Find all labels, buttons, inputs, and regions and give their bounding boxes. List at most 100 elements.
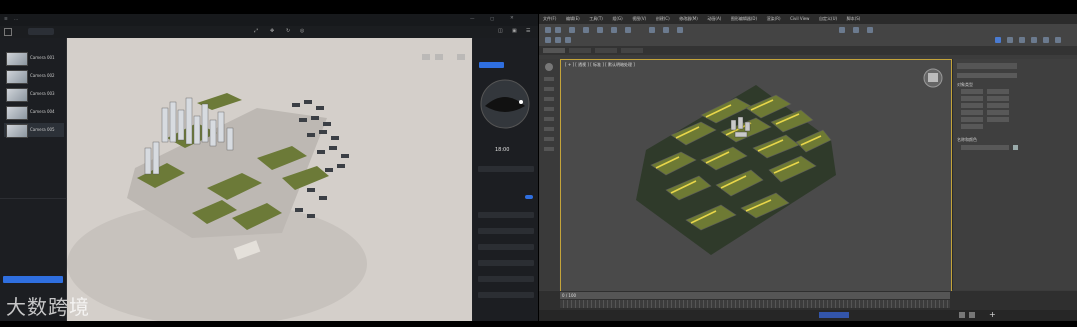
- object-button[interactable]: [961, 124, 983, 129]
- value-field[interactable]: [478, 244, 534, 250]
- time-slider[interactable]: 0 / 100: [560, 292, 950, 299]
- perspective-viewport[interactable]: [ + ] [ 透视 ] [ 标准 ] [ 默认明暗处理 ]: [560, 59, 952, 292]
- object-button[interactable]: [987, 110, 1009, 115]
- object-button[interactable]: [987, 103, 1009, 108]
- next-frame-button[interactable]: [969, 312, 975, 318]
- menu-civil-view[interactable]: Civil View: [790, 16, 809, 21]
- command-panel-tabs[interactable]: [957, 63, 1017, 69]
- camera-item[interactable]: Camera 003: [4, 87, 64, 102]
- menu-group[interactable]: 组(G): [612, 16, 622, 21]
- snap-icon[interactable]: [649, 27, 655, 33]
- camera-item[interactable]: Camera 001: [4, 51, 64, 66]
- camera-item[interactable]: Camera 002: [4, 69, 64, 84]
- add-icon[interactable]: +: [989, 311, 999, 319]
- auto-key-button[interactable]: [819, 312, 849, 318]
- menu-create[interactable]: 创建(C): [656, 16, 670, 21]
- rotate-icon[interactable]: ↻: [286, 28, 290, 34]
- tool-icon[interactable]: [1031, 37, 1037, 43]
- menu-edit[interactable]: 编辑(E): [566, 16, 580, 21]
- object-button[interactable]: [987, 96, 1009, 101]
- viewport-tool-icon[interactable]: [457, 54, 465, 60]
- workspace-icon[interactable]: [1007, 37, 1013, 43]
- material-editor-icon[interactable]: [839, 27, 845, 33]
- value-field[interactable]: [478, 260, 534, 266]
- menu-tools[interactable]: 工具(T): [589, 16, 603, 21]
- save-icon[interactable]: ◫: [498, 28, 503, 34]
- viewport-tool-icon[interactable]: [422, 54, 430, 60]
- app-menu-icon[interactable]: ≡: [4, 17, 8, 22]
- viewport-layout-icon[interactable]: [545, 63, 553, 71]
- redo-icon[interactable]: [555, 27, 561, 33]
- new-file-icon[interactable]: [4, 28, 12, 36]
- tool-icon[interactable]: [544, 87, 554, 91]
- value-field[interactable]: [478, 276, 534, 282]
- menu-scripting[interactable]: 脚本(S): [847, 16, 861, 21]
- undo-icon[interactable]: [545, 27, 551, 33]
- tool-icon[interactable]: [544, 127, 554, 131]
- viewcube[interactable]: [923, 68, 943, 88]
- tool-icon[interactable]: [565, 37, 571, 43]
- menu-customize[interactable]: 自定义(U): [819, 16, 837, 21]
- move-icon[interactable]: [597, 27, 603, 33]
- close-icon[interactable]: ✕: [510, 16, 514, 21]
- move-icon[interactable]: ✥: [270, 28, 274, 34]
- mode-pill[interactable]: [28, 28, 54, 35]
- maximize-icon[interactable]: ▢: [490, 17, 494, 22]
- select-icon[interactable]: [583, 27, 589, 33]
- section-name-color[interactable]: 名称和颜色: [957, 137, 977, 143]
- name-field[interactable]: [961, 145, 1009, 150]
- tool-icon[interactable]: [1055, 37, 1061, 43]
- align-icon[interactable]: [677, 27, 683, 33]
- primary-action-button[interactable]: [3, 276, 63, 283]
- tool-icon[interactable]: [1043, 37, 1049, 43]
- menu-file[interactable]: 文件(F): [543, 16, 556, 21]
- section-object-type[interactable]: 对象类型: [957, 82, 973, 88]
- tab-selection[interactable]: [595, 48, 617, 53]
- tool-icon[interactable]: [545, 37, 551, 43]
- tool-icon[interactable]: [544, 107, 554, 111]
- sign-in-icon[interactable]: [995, 37, 1001, 43]
- track-bar[interactable]: [560, 300, 950, 308]
- value-field[interactable]: [478, 228, 534, 234]
- minimize-icon[interactable]: —: [470, 17, 475, 22]
- left-3d-viewport[interactable]: [67, 38, 472, 321]
- menu-rendering[interactable]: 渲染(R): [767, 16, 781, 21]
- object-button[interactable]: [961, 117, 983, 122]
- render-icon[interactable]: [867, 27, 873, 33]
- tab-b[interactable]: [507, 62, 532, 68]
- tab-object-paint[interactable]: [621, 48, 643, 53]
- menu-modifiers[interactable]: 修改器(M): [679, 16, 698, 21]
- link-icon[interactable]: [569, 27, 575, 33]
- object-button[interactable]: [961, 103, 983, 108]
- tool-icon[interactable]: [544, 77, 554, 81]
- value-field[interactable]: [478, 212, 534, 218]
- tool-icon[interactable]: [555, 37, 561, 43]
- object-button[interactable]: [961, 89, 983, 94]
- tool-icon[interactable]: [1019, 37, 1025, 43]
- viewport-tool-icon[interactable]: [435, 54, 443, 60]
- tool-icon[interactable]: [544, 117, 554, 121]
- scale-icon[interactable]: [625, 27, 631, 33]
- menu-view[interactable]: 视图(V): [632, 16, 646, 21]
- object-button[interactable]: [961, 110, 983, 115]
- viewport-label[interactable]: [ + ] [ 透视 ] [ 标准 ] [ 默认明暗处理 ]: [565, 62, 635, 68]
- object-button[interactable]: [987, 117, 1009, 122]
- render-icon[interactable]: ▣: [512, 28, 517, 34]
- category-dropdown[interactable]: [957, 73, 1017, 78]
- camera-item-selected[interactable]: Camera 005: [4, 123, 64, 138]
- color-swatch[interactable]: [1013, 145, 1018, 150]
- setting-dropdown[interactable]: [478, 166, 534, 172]
- toggle-switch[interactable]: [525, 195, 533, 199]
- menu-animation[interactable]: 动画(A): [707, 16, 721, 21]
- tab-freeform[interactable]: [569, 48, 591, 53]
- mirror-icon[interactable]: [663, 27, 669, 33]
- tab-modeling[interactable]: [543, 48, 565, 53]
- scale-icon[interactable]: ◎: [300, 28, 304, 34]
- camera-item[interactable]: Camera 004: [4, 105, 64, 120]
- tab-a[interactable]: [479, 62, 504, 68]
- render-setup-icon[interactable]: [853, 27, 859, 33]
- tool-icon[interactable]: [544, 137, 554, 141]
- tool-icon[interactable]: [544, 97, 554, 101]
- object-button[interactable]: [961, 96, 983, 101]
- select-icon[interactable]: ⤢: [254, 28, 258, 34]
